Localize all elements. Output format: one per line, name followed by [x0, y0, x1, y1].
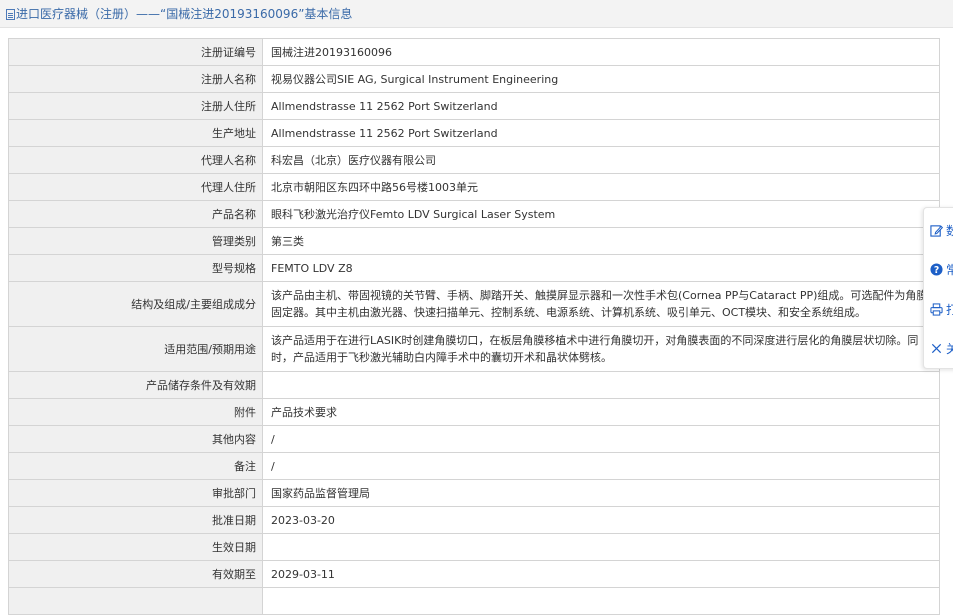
side-item-close[interactable]: 关: [924, 328, 953, 368]
row-value: [262, 371, 940, 399]
row-value: 国械注进20193160096: [262, 38, 940, 66]
row-label: 产品名称: [8, 200, 263, 228]
row-value: [262, 587, 940, 615]
table-row: 结构及组成/主要组成成分 该产品由主机、带固视镜的关节臂、手柄、脚踏开关、触摸屏显…: [8, 281, 940, 327]
side-item-label: 数: [946, 223, 953, 238]
row-value: 视易仪器公司SIE AG, Surgical Instrument Engine…: [262, 65, 940, 93]
row-value: 国家药品监督管理局: [262, 479, 940, 507]
row-value: /: [262, 452, 940, 480]
row-value: /: [262, 425, 940, 453]
side-item-label: 关: [946, 341, 953, 356]
table-row: 代理人名称 科宏昌（北京）医疗仪器有限公司: [8, 146, 940, 174]
side-item-data[interactable]: 数: [924, 210, 953, 250]
row-label: 产品储存条件及有效期: [8, 371, 263, 399]
row-label: 适用范围/预期用途: [8, 326, 263, 372]
row-label: 结构及组成/主要组成成分: [8, 281, 263, 327]
side-item-faq[interactable]: ? 常: [924, 249, 953, 289]
print-icon: [930, 302, 943, 316]
row-value: FEMTO LDV Z8: [262, 254, 940, 282]
side-item-label: 常: [946, 262, 953, 277]
table-row: 注册人住所 Allmendstrasse 11 2562 Port Switzer…: [8, 92, 940, 120]
row-value: Allmendstrasse 11 2562 Port Switzerland: [262, 92, 940, 120]
side-item-print[interactable]: 打: [924, 289, 953, 329]
table-row: 其他内容 /: [8, 425, 940, 453]
row-label: 注册人名称: [8, 65, 263, 93]
table-row: 生产地址 Allmendstrasse 11 2562 Port Switzerl…: [8, 119, 940, 147]
row-label: 代理人名称: [8, 146, 263, 174]
row-value: 该产品由主机、带固视镜的关节臂、手柄、脚踏开关、触摸屏显示器和一次性手术包(Co…: [262, 281, 940, 327]
row-label: 批准日期: [8, 506, 263, 534]
row-label: 管理类别: [8, 227, 263, 255]
table-row: [8, 587, 940, 615]
table-row: 注册证编号 国械注进20193160096: [8, 38, 940, 66]
page-header: 进口医疗器械（注册）——“国械注进20193160096”基本信息: [0, 0, 953, 28]
row-value: 2023-03-20: [262, 506, 940, 534]
row-value: Allmendstrasse 11 2562 Port Switzerland: [262, 119, 940, 147]
row-value: 北京市朝阳区东四环中路56号楼1003单元: [262, 173, 940, 201]
table-row: 审批部门 国家药品监督管理局: [8, 479, 940, 507]
row-value: 2029-03-11: [262, 560, 940, 588]
table-row: 生效日期: [8, 533, 940, 561]
row-label: 生效日期: [8, 533, 263, 561]
table-row: 附件 产品技术要求: [8, 398, 940, 426]
table-row: 管理类别 第三类: [8, 227, 940, 255]
row-label: 型号规格: [8, 254, 263, 282]
info-table: 注册证编号 国械注进20193160096 注册人名称 视易仪器公司SIE AG, …: [8, 38, 940, 615]
row-label: 代理人住所: [8, 173, 263, 201]
table-row: 有效期至 2029-03-11: [8, 560, 940, 588]
table-row: 批准日期 2023-03-20: [8, 506, 940, 534]
row-label: 附件: [8, 398, 263, 426]
row-label: 备注: [8, 452, 263, 480]
table-row: 产品名称 眼科飞秒激光治疗仪Femto LDV Surgical Laser Sy…: [8, 200, 940, 228]
row-label: [8, 587, 263, 615]
help-icon: ?: [930, 262, 943, 275]
table-row: 代理人住所 北京市朝阳区东四环中路56号楼1003单元: [8, 173, 940, 201]
edit-icon: [930, 224, 943, 237]
table-row: 适用范围/预期用途 该产品适用于在进行LASIK时创建角膜切口，在板层角膜移植术中…: [8, 326, 940, 372]
row-label: 审批部门: [8, 479, 263, 507]
table-row: 产品储存条件及有效期: [8, 371, 940, 399]
close-icon: [931, 343, 942, 353]
row-label: 注册证编号: [8, 38, 263, 66]
row-value: [262, 533, 940, 561]
row-value: 该产品适用于在进行LASIK时创建角膜切口，在板层角膜移植术中进行角膜切开，对角…: [262, 326, 940, 372]
row-label: 其他内容: [8, 425, 263, 453]
row-label: 有效期至: [8, 560, 263, 588]
row-value: 产品技术要求: [262, 398, 940, 426]
floating-side-panel: 数 ? 常 打 关: [923, 207, 953, 369]
table-row: 备注 /: [8, 452, 940, 480]
table-row: 型号规格 FEMTO LDV Z8: [8, 254, 940, 282]
row-label: 生产地址: [8, 119, 263, 147]
row-value: 眼科飞秒激光治疗仪Femto LDV Surgical Laser System: [262, 200, 940, 228]
svg-text:?: ?: [934, 264, 939, 275]
document-icon: [6, 8, 15, 20]
page-title: 进口医疗器械（注册）——“国械注进20193160096”基本信息: [16, 7, 353, 21]
row-label: 注册人住所: [8, 92, 263, 120]
row-value: 第三类: [262, 227, 940, 255]
side-item-label: 打: [946, 302, 953, 317]
table-row: 注册人名称 视易仪器公司SIE AG, Surgical Instrument E…: [8, 65, 940, 93]
row-value: 科宏昌（北京）医疗仪器有限公司: [262, 146, 940, 174]
